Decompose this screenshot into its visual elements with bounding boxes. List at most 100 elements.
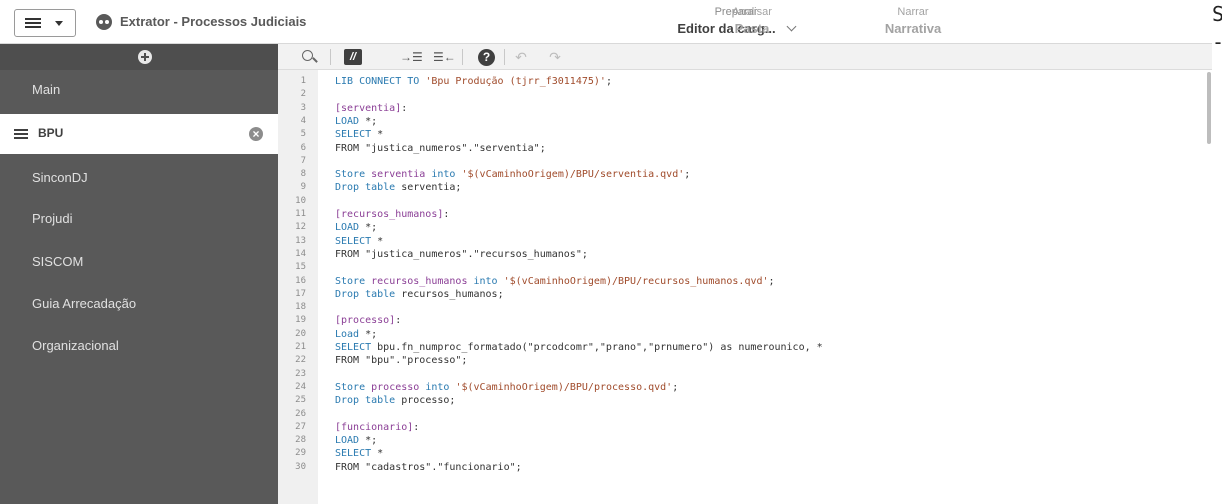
code-line[interactable]: 1 LIB CONNECT TO 'Bpu Produção (tjrr_f301… (278, 76, 1212, 87)
code-token: recursos_humanos; (395, 289, 504, 300)
code-line[interactable]: 26 (278, 409, 1212, 420)
sidebar-item-projudi[interactable]: Projudi (0, 199, 278, 239)
code-line[interactable]: 17 Drop table recursos_humanos; (278, 289, 1212, 300)
line-text: SELECT * (335, 129, 383, 140)
code-line[interactable]: 15 (278, 262, 1212, 273)
code-line[interactable]: 21 SELECT bpu.fn_numproc_formatado("prcod… (278, 342, 1212, 353)
code-token: '$(vCaminhoOrigem)/BPU/processo.qvd' (455, 382, 673, 393)
sidebar-item-main[interactable]: Main (0, 70, 278, 110)
line-text: FROM "cadastros"."funcionario"; (335, 462, 522, 473)
comment-icon[interactable]: // (344, 49, 362, 65)
code-line[interactable]: 4 LOAD *; (278, 116, 1212, 127)
code-line[interactable]: 29 SELECT * (278, 448, 1212, 459)
code-token: : (443, 209, 450, 220)
code-token: SELECT (335, 236, 372, 247)
code-line[interactable]: 13 SELECT * (278, 236, 1212, 247)
line-number: 6 (300, 143, 306, 153)
code-line[interactable]: 18 (278, 302, 1212, 313)
code-token: bpu.fn_numproc_formatado("prcodcomr","pr… (371, 342, 823, 353)
code-line[interactable]: 20 Load *; (278, 329, 1212, 340)
search-icon[interactable] (300, 48, 318, 66)
code-token: processo; (395, 395, 456, 406)
toolbar-divider (504, 49, 505, 65)
step-analyze-value: Pasta (734, 21, 770, 36)
code-token: Drop table (335, 182, 396, 193)
line-number: 25 (295, 395, 306, 405)
code-line[interactable]: 6 FROM "justica_numeros"."serventia"; (278, 143, 1212, 154)
step-analyze-label: Analisar (732, 6, 772, 18)
line-number: 30 (295, 462, 306, 472)
code-line[interactable]: 8 Store serventia into '$(vCaminhoOrigem)… (278, 169, 1212, 180)
code-line[interactable]: 22 FROM "bpu"."processo"; (278, 355, 1212, 366)
line-number: 16 (295, 276, 306, 286)
navigation-menu-button[interactable] (14, 9, 76, 37)
code-line[interactable]: 25 Drop table processo; (278, 395, 1212, 406)
line-number: 3 (300, 103, 306, 113)
code-line[interactable]: 24 Store processo into '$(vCaminhoOrigem)… (278, 382, 1212, 393)
line-number: 21 (295, 342, 306, 352)
code-token: [funcionario] (335, 422, 414, 433)
drag-handle-icon[interactable] (14, 129, 28, 139)
help-icon[interactable]: ? (478, 49, 495, 66)
line-text: Store recursos_humanos into '$(vCaminhoO… (335, 276, 775, 287)
redo-icon[interactable]: ↷ (546, 48, 564, 66)
code-token: 'Bpu Produção (tjrr_f3011475)' (425, 76, 606, 87)
line-text: FROM "justica_numeros"."serventia"; (335, 143, 546, 154)
script-editor[interactable]: 1 LIB CONNECT TO 'Bpu Produção (tjrr_f301… (278, 70, 1212, 504)
code-token: '$(vCaminhoOrigem)/BPU/serventia.qvd' (461, 169, 685, 180)
code-line[interactable]: 7 (278, 156, 1212, 167)
sidebar-item-siscom[interactable]: SISCOM (0, 242, 278, 282)
code-line[interactable]: 9 Drop table serventia; (278, 182, 1212, 193)
code-line[interactable]: 2 (278, 89, 1212, 100)
code-line[interactable]: 30 FROM "cadastros"."funcionario"; (278, 462, 1212, 473)
indent-icon[interactable]: →☰ (400, 48, 423, 66)
sidebar-item-organizacional[interactable]: Organizacional (0, 326, 278, 366)
remove-section-icon[interactable]: × (249, 127, 263, 141)
code-token: FROM "cadastros"."funcionario"; (335, 462, 522, 473)
line-number: 29 (295, 448, 306, 458)
code-token: SELECT (335, 448, 372, 459)
code-token: Drop table (335, 395, 396, 406)
step-narrate[interactable]: Narrar Narrativa (868, 6, 958, 37)
code-line[interactable]: 12 LOAD *; (278, 222, 1212, 233)
code-token: SELECT (335, 129, 372, 140)
code-line[interactable]: 23 (278, 369, 1212, 380)
line-text: [serventia]: (335, 103, 407, 114)
line-number: 20 (295, 329, 306, 339)
sidebar-item-guia-arrecadacao[interactable]: Guia Arrecadação (0, 284, 278, 324)
line-number: 1 (300, 76, 306, 86)
outdent-icon[interactable]: ☰← (433, 48, 456, 66)
editor-scrollbar[interactable] (1207, 72, 1211, 144)
code-line[interactable]: 19 [processo]: (278, 315, 1212, 326)
code-line[interactable]: 10 (278, 196, 1212, 207)
line-number: 8 (300, 169, 306, 179)
top-bar: Extrator - Processos Judiciais Preparar … (0, 0, 1212, 44)
add-section-icon[interactable] (138, 50, 152, 64)
line-text: [processo]: (335, 315, 401, 326)
line-number: 10 (295, 196, 306, 206)
code-token: : (401, 103, 408, 114)
code-token: FROM "bpu"."processo"; (335, 355, 468, 366)
code-line[interactable]: 16 Store recursos_humanos into '$(vCaminh… (278, 276, 1212, 287)
code-token: LOAD (335, 435, 360, 446)
line-number: 24 (295, 382, 306, 392)
sidebar-item-sincondj[interactable]: SinconDJ (0, 158, 278, 198)
undo-icon[interactable]: ↶ (512, 48, 530, 66)
toolbar-divider (462, 49, 463, 65)
code-line[interactable]: 27 [funcionario]: (278, 422, 1212, 433)
sidebar-item-bpu[interactable]: BPU × (0, 114, 278, 154)
line-text: SELECT * (335, 236, 383, 247)
line-number: 17 (295, 289, 306, 299)
code-line[interactable]: 3 [serventia]: (278, 103, 1212, 114)
code-token: LOAD (335, 116, 360, 127)
line-number: 22 (295, 355, 306, 365)
line-text: [recursos_humanos]: (335, 209, 449, 220)
code-line[interactable]: 11 [recursos_humanos]: (278, 209, 1212, 220)
line-text: LOAD *; (335, 435, 377, 446)
sidebar-item-label: SinconDJ (32, 170, 88, 185)
code-line[interactable]: 5 SELECT * (278, 129, 1212, 140)
step-analyze-block[interactable]: Analisar Pasta (716, 6, 788, 37)
code-line[interactable]: 14 FROM "justica_numeros"."recursos_human… (278, 249, 1212, 260)
code-line[interactable]: 28 LOAD *; (278, 435, 1212, 446)
sidebar-item-label: Guia Arrecadação (32, 296, 137, 311)
